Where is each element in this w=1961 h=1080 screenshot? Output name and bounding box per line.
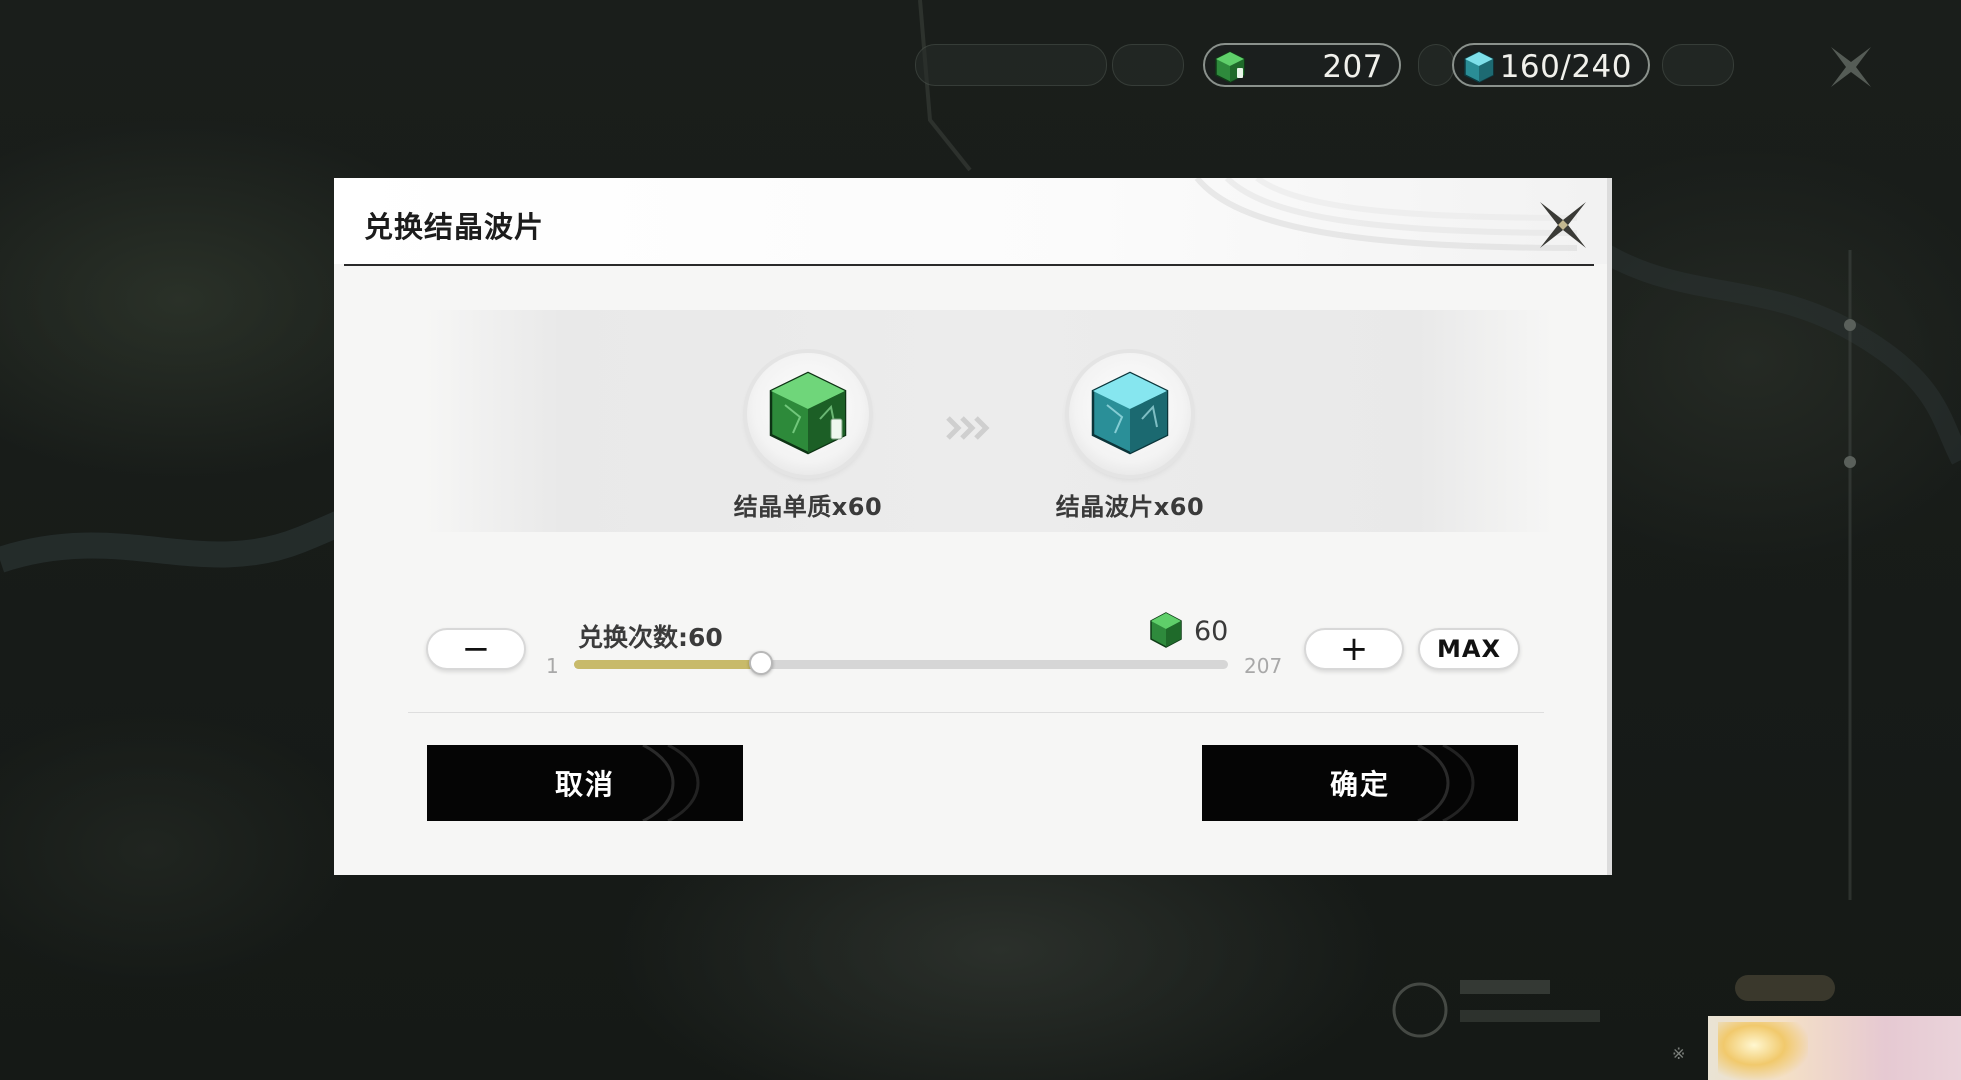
crystal-wave-value: 160/240 [1499,49,1632,85]
source-item-frame [747,353,869,475]
dialog-title: 兑换结晶波片 [364,210,545,244]
target-item-label: 结晶波片x60 [1055,493,1205,521]
button-decoration [1417,745,1475,821]
exchange-count-label: 兑换次数:60 [578,623,723,652]
close-icon[interactable] [1534,196,1592,254]
top-close-icon[interactable] [1826,42,1876,92]
increase-button[interactable]: + [1304,628,1404,670]
cancel-button[interactable]: 取消 [427,745,743,821]
header-decoration [1194,178,1577,251]
plus-icon: + [1339,629,1369,669]
green-crystal-cost-icon [1150,612,1182,648]
slider-max-label: 207 [1244,654,1283,678]
source-item: 结晶单质x60 [708,353,908,522]
max-button-label: MAX [1437,635,1501,663]
green-crystal-icon [1215,51,1245,83]
decrease-button[interactable]: − [426,628,526,670]
cancel-button-label: 取消 [554,768,615,801]
cyan-crystal-cube-icon [1091,371,1169,455]
hud-faded-dot [1418,44,1454,86]
exchange-dialog: 兑换结晶波片 结晶单质x60 结晶波片x60 − 兑换次数:60 1 207 6… [334,178,1612,875]
target-item-frame [1069,353,1191,475]
cyan-crystal-icon [1464,51,1494,83]
green-crystal-cube-icon [769,371,847,455]
slider-min-label: 1 [546,654,559,678]
section-divider [408,712,1544,713]
hud-faded-resource [915,44,1107,86]
slider-thumb[interactable] [749,651,774,675]
source-item-label: 结晶单质x60 [733,493,883,521]
confirm-button[interactable]: 确定 [1202,745,1518,821]
hud-faded-resource-2 [1112,44,1184,86]
hud-faded-end [1662,44,1734,86]
crystal-matter-counter[interactable]: 207 [1203,43,1401,87]
crystal-matter-value: 207 [1322,49,1383,85]
header-divider [344,264,1594,266]
minus-icon: − [461,629,491,669]
crystal-wave-counter[interactable]: 160/240 [1452,43,1650,87]
max-button[interactable]: MAX [1418,628,1520,670]
footnote-mark: ※ [1672,1044,1686,1063]
confirm-button-label: 确定 [1329,768,1390,801]
quantity-slider[interactable] [574,651,1228,675]
promo-glow [1718,1022,1808,1080]
arrow-right-icon [946,416,990,440]
slider-fill [574,660,762,669]
cost-value: 60 [1194,616,1229,647]
promo-banner [1708,1016,1961,1080]
button-decoration [642,745,700,821]
target-item: 结晶波片x60 [1030,353,1230,522]
dialog-header: 兑换结晶波片 [334,178,1607,264]
